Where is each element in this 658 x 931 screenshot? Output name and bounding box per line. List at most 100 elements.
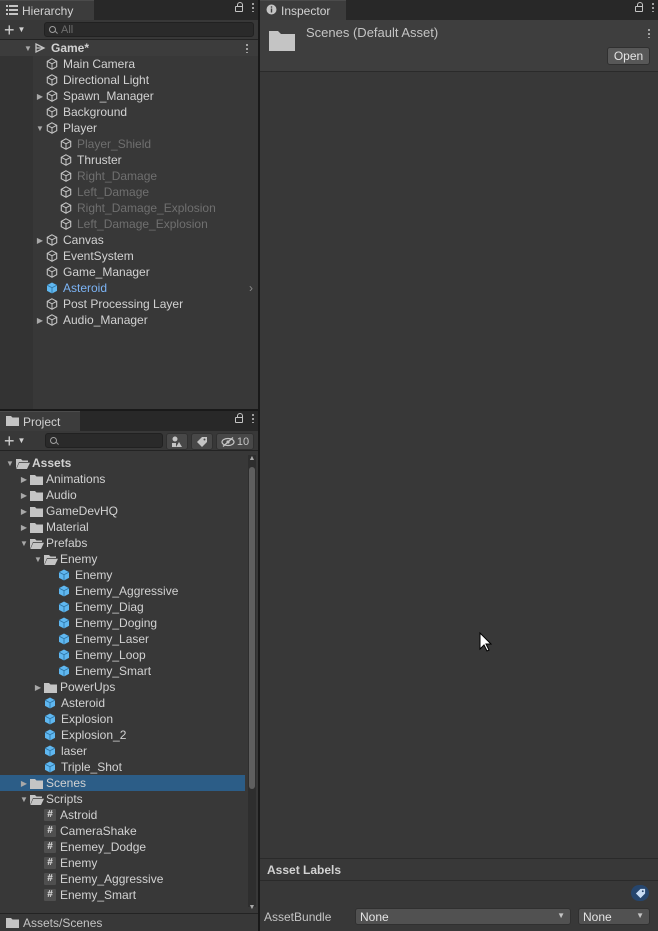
- expand-arrow-icon[interactable]: ▼: [4, 459, 16, 468]
- project-item[interactable]: ▶Enemy_Diag: [0, 599, 245, 615]
- folder-icon: [30, 506, 43, 517]
- asset-labels-header: Asset Labels: [267, 863, 342, 877]
- hierarchy-item[interactable]: ▶Post Processing Layer: [0, 296, 258, 312]
- project-scrollbar-thumb[interactable]: [249, 467, 255, 789]
- hierarchy-item[interactable]: ▶Right_Damage: [0, 168, 258, 184]
- project-item[interactable]: ▶Triple_Shot: [0, 759, 245, 775]
- assetbundle-dropdown[interactable]: None ▼: [355, 908, 571, 925]
- collapse-arrow-icon[interactable]: ▶: [34, 316, 46, 325]
- project-item[interactable]: ▶#Enemy_Smart: [0, 887, 245, 903]
- item-label: Animations: [46, 472, 106, 486]
- project-search-input[interactable]: [45, 433, 163, 448]
- project-item[interactable]: ▶#CameraShake: [0, 823, 245, 839]
- csharp-script-icon: #: [44, 825, 56, 837]
- hidden-packages-button[interactable]: 10: [216, 433, 254, 450]
- chevron-right-icon[interactable]: ›: [249, 281, 253, 295]
- hierarchy-item[interactable]: ▶Game_Manager: [0, 264, 258, 280]
- hierarchy-item[interactable]: ▶Main Camera: [0, 56, 258, 72]
- project-item[interactable]: ▶ Animations: [0, 471, 245, 487]
- tab-hierarchy[interactable]: Hierarchy: [0, 0, 94, 20]
- hierarchy-item[interactable]: ▶Asteroid›: [0, 280, 258, 296]
- hierarchy-item[interactable]: ▶ Audio_Manager: [0, 312, 258, 328]
- assetbundle-variant-dropdown[interactable]: None ▼: [578, 908, 650, 925]
- project-item[interactable]: ▶Explosion_2: [0, 727, 245, 743]
- collapse-arrow-icon[interactable]: ▶: [18, 507, 30, 516]
- gameobject-cube-icon: [46, 234, 58, 246]
- collapse-arrow-icon[interactable]: ▶: [18, 491, 30, 500]
- tab-inspector[interactable]: Inspector: [260, 0, 346, 20]
- scroll-down-arrow[interactable]: ▼: [248, 904, 256, 911]
- hierarchy-item[interactable]: ▶Background: [0, 104, 258, 120]
- hierarchy-item[interactable]: ▼ Game*: [0, 40, 258, 56]
- project-item[interactable]: ▼ Assets: [0, 455, 245, 471]
- unity-scene-icon: [34, 42, 46, 54]
- project-item[interactable]: ▶Asteroid: [0, 695, 245, 711]
- project-item[interactable]: ▶#Astroid: [0, 807, 245, 823]
- project-item[interactable]: ▶Enemy_Laser: [0, 631, 245, 647]
- project-item[interactable]: ▶ GameDevHQ: [0, 503, 245, 519]
- hierarchy-item[interactable]: ▶Directional Light: [0, 72, 258, 88]
- hierarchy-search-input[interactable]: All: [44, 22, 254, 37]
- project-item[interactable]: ▶ PowerUps: [0, 679, 245, 695]
- collapse-arrow-icon[interactable]: ▶: [32, 683, 44, 692]
- create-button[interactable]: + ▼: [4, 432, 34, 450]
- collapse-arrow-icon[interactable]: ▶: [18, 475, 30, 484]
- project-item[interactable]: ▼ Scripts: [0, 791, 245, 807]
- tab-project[interactable]: Project: [0, 411, 80, 431]
- collapse-arrow-icon[interactable]: ▶: [18, 523, 30, 532]
- open-button[interactable]: Open: [607, 47, 650, 65]
- filter-by-label-button[interactable]: [191, 433, 213, 450]
- expand-arrow-icon[interactable]: ▼: [22, 44, 34, 53]
- lock-icon[interactable]: [635, 2, 643, 12]
- project-item[interactable]: ▶Enemy_Loop: [0, 647, 245, 663]
- collapse-arrow-icon[interactable]: ▶: [34, 236, 46, 245]
- expand-arrow-icon[interactable]: ▼: [18, 539, 30, 548]
- scene-kebab-menu-icon[interactable]: [246, 43, 248, 53]
- project-item[interactable]: ▶ Audio: [0, 487, 245, 503]
- collapse-arrow-icon[interactable]: ▶: [34, 92, 46, 101]
- kebab-menu-icon[interactable]: [648, 28, 650, 38]
- filter-by-type-button[interactable]: [166, 433, 188, 450]
- project-scrollbar[interactable]: ▲ ▼: [248, 455, 256, 911]
- collapse-arrow-icon[interactable]: ▶: [18, 779, 30, 788]
- project-item[interactable]: ▶#Enemy_Aggressive: [0, 871, 245, 887]
- project-item[interactable]: ▶Explosion: [0, 711, 245, 727]
- expand-arrow-icon[interactable]: ▼: [34, 124, 46, 133]
- lock-icon[interactable]: [235, 413, 243, 423]
- project-item[interactable]: ▶#Enemey_Dodge: [0, 839, 245, 855]
- create-button[interactable]: + ▼: [4, 21, 34, 39]
- hierarchy-item[interactable]: ▶EventSystem: [0, 248, 258, 264]
- project-item[interactable]: ▶ Scenes: [0, 775, 245, 791]
- hierarchy-item[interactable]: ▶Right_Damage_Explosion: [0, 200, 258, 216]
- project-item[interactable]: ▼ Enemy: [0, 551, 245, 567]
- kebab-menu-icon[interactable]: [252, 413, 254, 423]
- expand-arrow-icon[interactable]: ▼: [18, 795, 30, 804]
- lock-icon[interactable]: [235, 2, 243, 12]
- item-label: Scripts: [46, 792, 83, 806]
- expand-arrow-icon[interactable]: ▼: [32, 555, 44, 564]
- item-label: Material: [46, 520, 89, 534]
- project-tree: ▼ Assets ▶ Animations ▶ Audio ▶ GameDevHQ ▶ Mater…: [0, 454, 258, 913]
- kebab-menu-icon[interactable]: [652, 2, 654, 12]
- hierarchy-item[interactable]: ▼ Player: [0, 120, 258, 136]
- project-item[interactable]: ▶Enemy: [0, 567, 245, 583]
- hierarchy-item[interactable]: ▶Thruster: [0, 152, 258, 168]
- hierarchy-item[interactable]: ▶Left_Damage_Explosion: [0, 216, 258, 232]
- hierarchy-item[interactable]: ▶Left_Damage: [0, 184, 258, 200]
- project-item[interactable]: ▼ Prefabs: [0, 535, 245, 551]
- tab-inspector-label: Inspector: [281, 3, 331, 18]
- project-item[interactable]: ▶ Material: [0, 519, 245, 535]
- project-item[interactable]: ▶laser: [0, 743, 245, 759]
- asset-labels-button[interactable]: [631, 885, 649, 901]
- item-label: Enemy_Loop: [75, 648, 146, 662]
- hierarchy-item[interactable]: ▶Player_Shield: [0, 136, 258, 152]
- kebab-menu-icon[interactable]: [252, 2, 254, 12]
- scroll-up-arrow[interactable]: ▲: [248, 455, 256, 462]
- project-item[interactable]: ▶Enemy_Smart: [0, 663, 245, 679]
- item-label: Player_Shield: [77, 137, 152, 151]
- project-item[interactable]: ▶#Enemy: [0, 855, 245, 871]
- project-item[interactable]: ▶Enemy_Doging: [0, 615, 245, 631]
- hierarchy-item[interactable]: ▶ Spawn_Manager: [0, 88, 258, 104]
- hierarchy-item[interactable]: ▶ Canvas: [0, 232, 258, 248]
- project-item[interactable]: ▶Enemy_Aggressive: [0, 583, 245, 599]
